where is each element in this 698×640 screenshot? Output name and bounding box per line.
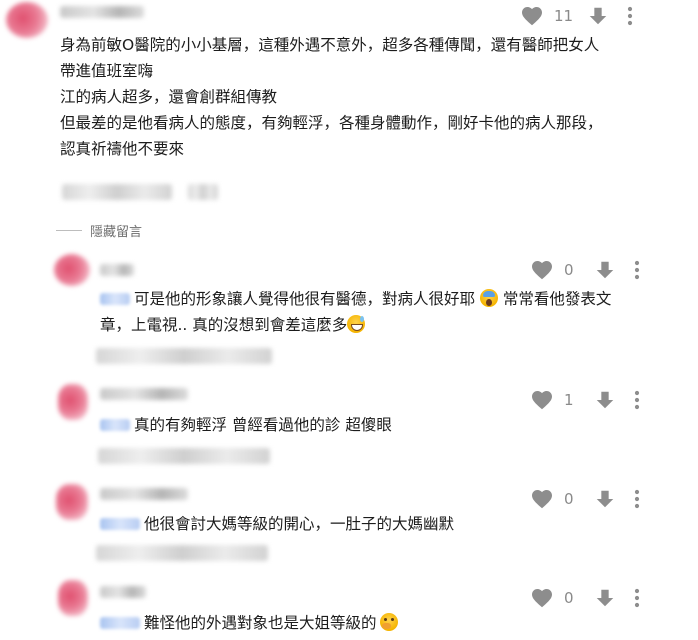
more-vertical-icon <box>634 390 640 410</box>
avatar[interactable] <box>58 384 88 420</box>
more-options-button[interactable] <box>634 390 640 410</box>
thumb-down-arrow-icon <box>594 488 616 510</box>
comment-actions: 1 <box>530 388 640 412</box>
thumb-down-arrow-icon <box>587 5 609 27</box>
mention-tag[interactable] <box>100 293 130 305</box>
like-button[interactable]: 0 <box>530 487 580 511</box>
like-button[interactable]: 0 <box>530 258 580 282</box>
face-screaming-icon <box>479 289 498 307</box>
mention-tag[interactable] <box>100 617 140 629</box>
username[interactable] <box>100 488 188 500</box>
comment-meta <box>96 545 268 561</box>
comment-text: 他很會討大媽等級的開心，一肚子的大媽幽默 <box>100 511 454 537</box>
more-vertical-icon <box>634 489 640 509</box>
like-button[interactable]: 0 <box>530 586 580 610</box>
like-button[interactable]: 11 <box>520 4 573 28</box>
like-button[interactable]: 1 <box>530 388 580 412</box>
comment-text: 難怪他的外遇對象也是大姐等級的 <box>100 610 398 636</box>
like-count: 0 <box>564 589 574 607</box>
avatar[interactable] <box>54 254 90 286</box>
username[interactable] <box>100 388 188 400</box>
thumb-down-arrow-icon <box>594 587 616 609</box>
username[interactable] <box>100 264 134 276</box>
heart-icon <box>530 258 554 282</box>
like-count: 11 <box>554 7 574 25</box>
grinning-sweat-icon <box>347 315 366 333</box>
comment-actions: 0 <box>530 258 640 282</box>
mention-tag[interactable] <box>100 419 130 431</box>
comment-text: 真的有夠輕浮 曾經看過他的診 超傻眼 <box>100 412 392 438</box>
divider-line <box>56 230 82 231</box>
hidden-replies-toggle[interactable]: 隱藏留言 <box>56 221 142 240</box>
more-options-button[interactable] <box>634 489 640 509</box>
more-vertical-icon <box>634 588 640 608</box>
thumb-down-arrow-icon <box>594 389 616 411</box>
more-vertical-icon <box>627 6 633 26</box>
reply-button[interactable] <box>188 184 218 200</box>
comment-actions: 11 <box>520 4 633 28</box>
avatar[interactable] <box>56 484 88 520</box>
dislike-button[interactable] <box>594 259 616 281</box>
like-count: 1 <box>564 391 574 409</box>
more-options-button[interactable] <box>634 588 640 608</box>
dislike-button[interactable] <box>587 5 609 27</box>
thinking-face-icon <box>379 613 398 631</box>
comment-text: 身為前敏O醫院的小小基層，這種外遇不意外，超多各種傳聞，還有醫師把女人 帶進值班… <box>60 36 603 158</box>
username[interactable] <box>100 586 146 598</box>
more-options-button[interactable] <box>627 6 633 26</box>
dislike-button[interactable] <box>594 389 616 411</box>
heart-icon <box>530 487 554 511</box>
comment-actions: 0 <box>530 487 640 511</box>
heart-icon <box>520 4 544 28</box>
comment-actions: 0 <box>530 586 640 610</box>
comment-meta <box>98 448 270 464</box>
dislike-button[interactable] <box>594 488 616 510</box>
hidden-replies-label: 隱藏留言 <box>90 225 143 240</box>
more-options-button[interactable] <box>634 260 640 280</box>
username[interactable] <box>60 6 144 18</box>
comment-text: 可是他的形象讓人覺得他很有醫德，對病人很好耶 常常看他發表文 章，上電視.. 真… <box>100 289 612 334</box>
avatar[interactable] <box>6 2 48 38</box>
comment-meta <box>62 184 172 200</box>
comment-meta <box>96 348 272 364</box>
dislike-button[interactable] <box>594 587 616 609</box>
like-count: 0 <box>564 261 574 279</box>
heart-icon <box>530 388 554 412</box>
avatar[interactable] <box>58 580 88 616</box>
heart-icon <box>530 586 554 610</box>
thumb-down-arrow-icon <box>594 259 616 281</box>
like-count: 0 <box>564 490 574 508</box>
more-vertical-icon <box>634 260 640 280</box>
mention-tag[interactable] <box>100 518 140 530</box>
